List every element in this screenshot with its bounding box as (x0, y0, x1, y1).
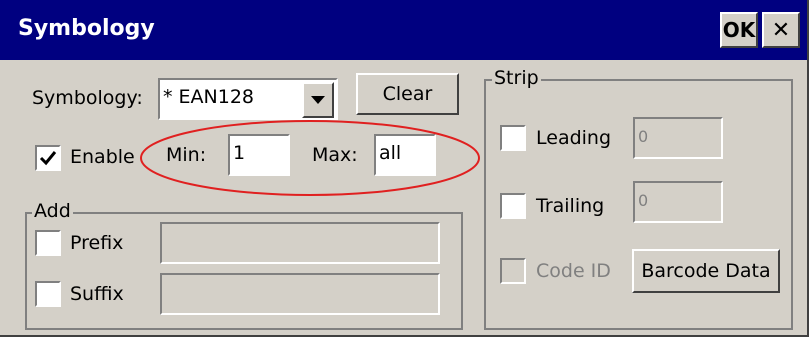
symbology-dialog: Symbology OK ✕ Symbology: * EAN128 Clear… (0, 0, 809, 337)
highlight-ellipse (140, 120, 480, 196)
trailing-checkbox[interactable] (500, 193, 526, 219)
checkmark-icon (39, 151, 57, 166)
suffix-checkbox[interactable] (35, 281, 61, 307)
barcode-data-button[interactable]: Barcode Data (632, 249, 780, 293)
symbology-label: Symbology: (32, 87, 143, 109)
prefix-input[interactable] (160, 222, 440, 264)
dropdown-button[interactable] (302, 82, 334, 118)
codeid-checkbox[interactable] (500, 258, 526, 284)
trailing-input[interactable]: 0 (633, 181, 723, 223)
symbology-select[interactable]: * EAN128 (158, 78, 338, 120)
title-bar: Symbology OK ✕ (0, 0, 807, 60)
leading-label: Leading (536, 127, 612, 149)
window-title: Symbology (18, 16, 155, 41)
trailing-label: Trailing (536, 195, 605, 217)
prefix-checkbox[interactable] (35, 230, 61, 256)
close-button[interactable]: ✕ (762, 12, 800, 48)
enable-label: Enable (70, 146, 135, 168)
add-group-title: Add (32, 200, 73, 222)
suffix-input[interactable] (160, 273, 440, 315)
chevron-down-icon (311, 95, 325, 104)
codeid-label: Code ID (536, 260, 611, 282)
leading-input[interactable]: 0 (633, 117, 723, 159)
ok-button[interactable]: OK (720, 12, 758, 48)
prefix-label: Prefix (70, 232, 124, 254)
clear-button[interactable]: Clear (356, 73, 459, 115)
symbology-selected-value: * EAN128 (163, 86, 255, 108)
close-icon: ✕ (771, 17, 791, 43)
strip-group-title: Strip (492, 67, 541, 89)
leading-checkbox[interactable] (500, 125, 526, 151)
suffix-label: Suffix (70, 283, 124, 305)
enable-checkbox[interactable] (35, 145, 61, 171)
